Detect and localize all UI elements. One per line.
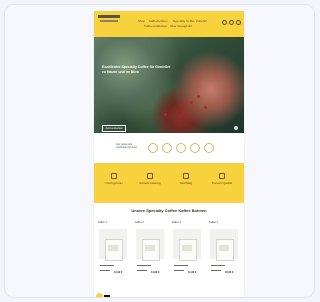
cart-icon[interactable] <box>236 20 241 25</box>
feature-item: Schnelle Lieferung <box>135 173 165 185</box>
product-price: 14,90 € <box>151 271 160 274</box>
berry-decoration <box>182 110 185 113</box>
product-detail-line <box>100 270 110 272</box>
berry-decoration <box>197 95 200 98</box>
product-card[interactable]: Kaffee 3 11,90 € <box>172 221 202 297</box>
berry-decoration <box>204 106 207 109</box>
top-navigation: Shop Kaffeebohnen Specialty Coffee Zubeh… <box>94 11 244 37</box>
chat-button[interactable] <box>96 293 103 297</box>
feature-item: Frisch geröstet <box>99 173 129 185</box>
star-icon <box>219 173 225 179</box>
product-detail-line <box>211 270 221 272</box>
leaf-icon <box>183 173 189 179</box>
hero-title: Exzellenter Specialty Coffee für Genieße… <box>102 65 171 74</box>
product-price: 12,90 € <box>114 271 123 274</box>
product-name: Kaffee 3 <box>172 221 181 224</box>
product-card[interactable]: Kaffee 2 14,90 € <box>135 221 165 297</box>
product-card[interactable]: Kaffee 4 15,90 € <box>209 221 239 297</box>
feature-title: Frisch geröstet <box>105 182 123 185</box>
cup-icon <box>111 173 117 179</box>
badge-text: Fair gehandelt, nachhaltig geröstet <box>116 143 138 149</box>
product-image[interactable] <box>136 229 164 261</box>
hero-banner: Exzellenter Specialty Coffee für Genieße… <box>94 37 244 133</box>
cookie-banner-icon[interactable] <box>104 295 110 297</box>
product-detail-line <box>211 265 225 267</box>
nav-item-specialty[interactable]: Specialty Coffee <box>173 19 195 23</box>
product-image[interactable] <box>99 229 127 261</box>
product-image[interactable] <box>173 229 201 261</box>
product-price: 15,90 € <box>225 271 234 274</box>
product-name: Kaffee 2 <box>135 221 144 224</box>
bag-label <box>182 245 192 251</box>
bag-label <box>145 245 155 251</box>
bag-label <box>108 245 118 251</box>
account-icon[interactable] <box>229 20 234 25</box>
website-preview: Shop Kaffeebohnen Specialty Coffee Zubeh… <box>94 11 244 297</box>
organic-icon <box>190 143 200 153</box>
berry-decoration <box>190 101 193 104</box>
feature-item: Premium Qualität <box>207 173 237 185</box>
product-image[interactable] <box>210 229 238 261</box>
product-card[interactable]: Kaffee 1 12,90 € <box>98 221 128 297</box>
feature-title: Premium Qualität <box>211 182 233 185</box>
certificate-icon <box>162 143 172 153</box>
hero-cta-button[interactable]: Jetzt entdecken <box>102 125 126 132</box>
search-icon[interactable] <box>222 20 227 25</box>
quality-icon <box>176 143 186 153</box>
features-band: Frisch geröstet Schnelle Lieferung Nachh… <box>94 163 244 203</box>
product-grid: Kaffee 1 12,90 € Kaffee 2 14,90 € Kaffee… <box>94 221 244 297</box>
award-icon <box>148 143 158 153</box>
truck-icon <box>147 173 153 179</box>
product-detail-line <box>174 270 184 272</box>
product-detail-line <box>100 265 114 267</box>
nav-item-shop[interactable]: Shop <box>138 19 145 23</box>
nav-item-accessories[interactable]: Zubehör <box>196 19 207 23</box>
product-name: Kaffee 4 <box>209 221 218 224</box>
product-name: Kaffee 1 <box>98 221 107 224</box>
product-price: 11,90 € <box>188 271 197 274</box>
trust-badges: Fair gehandelt, nachhaltig geröstet <box>94 133 244 163</box>
fair-trade-icon <box>204 143 214 153</box>
brand-logo[interactable] <box>98 15 120 18</box>
product-detail-line <box>137 270 147 272</box>
berry-decoration <box>164 113 167 116</box>
preview-card: Shop Kaffeebohnen Specialty Coffee Zubeh… <box>4 4 315 298</box>
nav-item-discover[interactable]: Kaffee entdecken <box>144 24 167 28</box>
product-detail-line <box>174 265 188 267</box>
slider-control-icon[interactable] <box>234 126 238 130</box>
feature-title: Schnelle Lieferung <box>139 182 161 185</box>
product-detail-line <box>137 265 151 267</box>
brand-logo-sub <box>100 20 118 22</box>
nav-item-about[interactable]: Über Stronghold <box>170 24 192 28</box>
section-title: Unsere Specialty Coffee Kaffee Bohnen <box>131 208 207 213</box>
bag-label <box>219 245 229 251</box>
feature-title: Nachhaltig <box>179 182 193 185</box>
feature-item: Nachhaltig <box>171 173 201 185</box>
nav-item-beans[interactable]: Kaffeebohnen <box>149 19 168 23</box>
